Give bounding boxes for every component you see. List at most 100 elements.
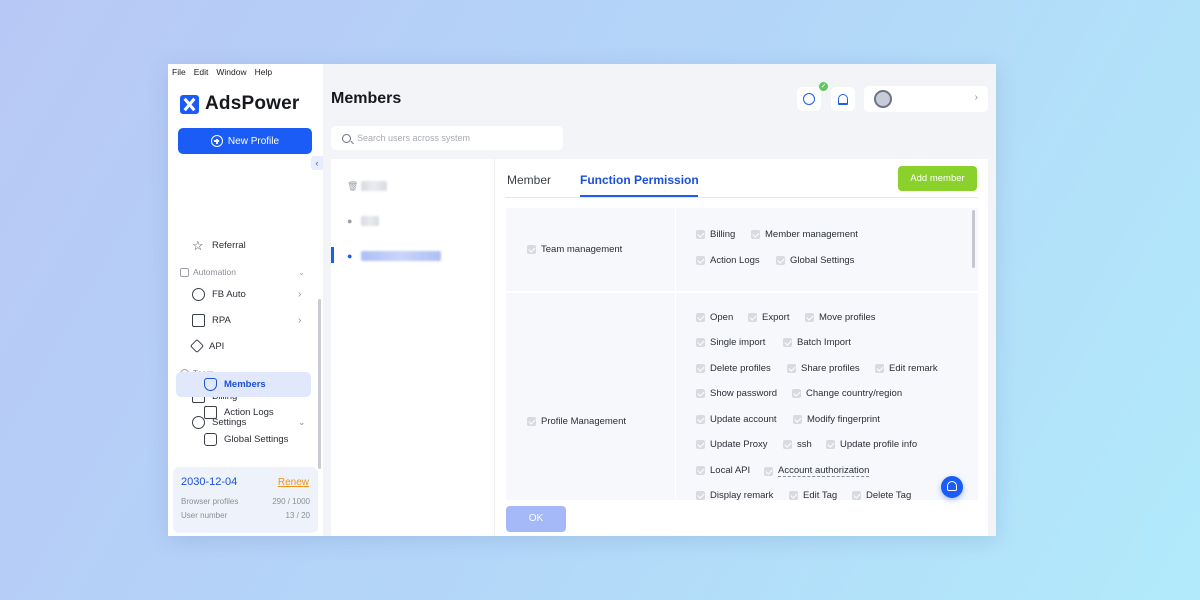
- row-divider: [506, 291, 978, 293]
- sidebar-item-api[interactable]: API: [189, 337, 225, 355]
- perm-checkbox[interactable]: Modify fingerprint: [793, 414, 880, 425]
- add-member-button[interactable]: Add member: [898, 166, 977, 191]
- perm-checkbox[interactable]: Move profiles: [805, 312, 876, 323]
- checkbox-icon: [696, 230, 705, 239]
- list-item[interactable]: ●: [347, 214, 379, 228]
- perm-checkbox[interactable]: Open: [696, 312, 733, 323]
- checkbox-label: Edit Tag: [803, 490, 838, 500]
- perm-checkbox[interactable]: Action Logs: [696, 255, 760, 266]
- checkbox-label: Update Proxy: [710, 439, 768, 450]
- perm-checkbox[interactable]: Display remark: [696, 490, 773, 500]
- plan-info: 2030-12-04 Renew Browser profiles 290 / …: [173, 467, 318, 533]
- user-menu[interactable]: ›: [864, 86, 988, 112]
- perm-checkbox[interactable]: Local API: [696, 465, 750, 476]
- perm-checkbox[interactable]: Update profile info: [826, 439, 917, 450]
- checkbox-label: Account authorization: [778, 465, 870, 477]
- checkbox-label: Modify fingerprint: [807, 414, 880, 425]
- sidebar-item-label: RPA: [212, 314, 231, 326]
- app-window: File Edit Window Help AdsPower New Profi…: [168, 64, 996, 536]
- sidebar: AdsPower New Profile ‹ ☆ Referral Automa…: [168, 79, 323, 536]
- search-icon: [342, 133, 351, 143]
- chevron-right-icon: ›: [974, 92, 978, 103]
- perm-checkbox[interactable]: Edit Tag: [789, 490, 837, 500]
- profile-management-checkbox[interactable]: Profile Management: [527, 416, 626, 427]
- user-icon: ●: [347, 251, 353, 261]
- renew-link[interactable]: Renew: [278, 477, 309, 488]
- checkbox-label: Delete profiles: [710, 363, 771, 374]
- support-headset-icon[interactable]: [941, 476, 963, 498]
- checkbox-label: Update profile info: [840, 439, 918, 450]
- perm-checkbox[interactable]: Delete Tag: [852, 490, 911, 500]
- checkbox-label: Batch Import: [797, 337, 851, 348]
- perm-checkbox[interactable]: Account authorization: [764, 465, 870, 477]
- checkbox-label: Move profiles: [819, 312, 876, 323]
- api-plug-icon: [189, 338, 205, 354]
- sidebar-item-rpa[interactable]: RPA ›: [192, 311, 301, 329]
- perm-checkbox[interactable]: Export: [748, 312, 789, 323]
- perm-checkbox[interactable]: Member management: [751, 229, 858, 240]
- menu-bar: File Edit Window Help: [168, 64, 323, 79]
- team-management-checkbox[interactable]: Team management: [527, 244, 622, 255]
- sidebar-item-members[interactable]: Members: [204, 376, 266, 392]
- perm-checkbox[interactable]: Delete profiles: [696, 363, 771, 374]
- perm-checkbox[interactable]: Show password: [696, 388, 777, 399]
- chevron-down-icon: ⌄: [298, 267, 305, 277]
- notifications-button[interactable]: [831, 87, 855, 111]
- search-users[interactable]: [331, 126, 563, 150]
- checkbox-label: Member management: [765, 229, 858, 240]
- menu-help[interactable]: Help: [255, 67, 272, 79]
- perm-checkbox[interactable]: Global Settings: [776, 255, 854, 266]
- search-input[interactable]: [357, 133, 557, 143]
- tab-function-permission[interactable]: Function Permission: [580, 173, 699, 187]
- sync-status-button[interactable]: [797, 87, 821, 111]
- sidebar-scrollbar[interactable]: [318, 299, 321, 469]
- checkbox-icon: [696, 389, 705, 398]
- perm-checkbox[interactable]: ssh: [783, 439, 812, 450]
- group-automation[interactable]: Automation ⌄: [180, 265, 305, 279]
- logo: AdsPower: [180, 93, 300, 115]
- sidebar-item-action-logs[interactable]: Action Logs: [204, 404, 274, 420]
- checkbox-icon: [792, 389, 801, 398]
- checkbox-label: Display remark: [710, 490, 774, 500]
- perm-checkbox[interactable]: Single import: [696, 337, 765, 348]
- perm-checkbox[interactable]: Batch Import: [783, 337, 851, 348]
- new-profile-button[interactable]: New Profile: [178, 128, 312, 154]
- checkbox-label: Edit remark: [889, 363, 938, 374]
- plus-circle-icon: [210, 135, 223, 147]
- checkbox-icon: [527, 245, 536, 254]
- active-tab-underline: [580, 195, 698, 197]
- perm-checkbox[interactable]: Update Proxy: [696, 439, 768, 450]
- sidebar-item-label: API: [209, 340, 225, 352]
- checkbox-icon: [787, 364, 796, 373]
- menu-window[interactable]: Window: [216, 67, 246, 79]
- sidebar-item-global-settings[interactable]: Global Settings: [204, 431, 288, 447]
- checkbox-label: Profile Management: [541, 416, 627, 427]
- trash-icon: 🗑: [347, 180, 359, 191]
- permission-scrollbar[interactable]: [972, 210, 975, 268]
- perm-checkbox[interactable]: Billing: [696, 229, 735, 240]
- perm-checkbox[interactable]: Share profiles: [787, 363, 860, 374]
- chevron-right-icon: ›: [298, 314, 302, 326]
- collapse-sidebar-button[interactable]: ‹: [311, 156, 323, 170]
- perm-checkbox[interactable]: Update account: [696, 414, 777, 425]
- checkbox-label: Billing: [710, 229, 736, 240]
- checkbox-label: Action Logs: [710, 255, 760, 266]
- sidebar-item-referral[interactable]: ☆ Referral: [192, 236, 246, 254]
- sidebar-item-fb-auto[interactable]: FB Auto ›: [192, 285, 301, 303]
- perm-checkbox[interactable]: Change country/region: [792, 388, 902, 399]
- ok-button[interactable]: OK: [506, 506, 566, 532]
- checkbox-label: Update account: [710, 414, 777, 425]
- menu-file[interactable]: File: [172, 67, 186, 79]
- bell-icon: [838, 93, 848, 105]
- list-item[interactable]: ●: [347, 249, 441, 263]
- avatar: [874, 90, 892, 108]
- tab-divider: [505, 197, 978, 198]
- checkbox-label: Global Settings: [790, 255, 855, 266]
- tab-member[interactable]: Member: [507, 173, 551, 187]
- perm-checkbox[interactable]: Edit remark: [875, 363, 938, 374]
- list-item[interactable]: 🗑: [347, 179, 387, 193]
- checkbox-label: Team management: [541, 244, 623, 255]
- checkbox-icon: [805, 313, 814, 322]
- menu-edit[interactable]: Edit: [194, 67, 209, 79]
- checkbox-icon: [696, 338, 705, 347]
